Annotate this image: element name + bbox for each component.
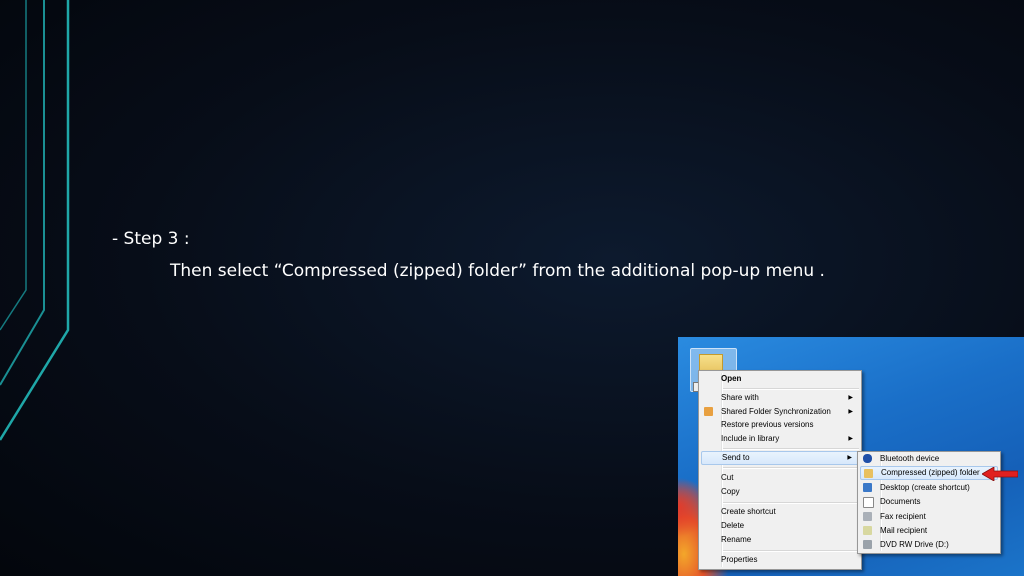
menu-separator (723, 448, 859, 450)
menu-item-label: Delete (721, 521, 745, 530)
menu-item-documents[interactable]: Documents (860, 495, 998, 509)
submenu-arrow-icon: ▶ (848, 436, 853, 442)
menu-item-shared-folder-sync[interactable]: Shared Folder Synchronization ▶ (701, 405, 859, 419)
menu-item-bluetooth[interactable]: Bluetooth device (860, 452, 998, 466)
step-heading: - Step 3 : (112, 229, 190, 249)
menu-separator (723, 502, 859, 504)
red-arrow-icon (982, 467, 1018, 481)
menu-item-label: Properties (721, 555, 758, 564)
menu-item-label: Restore previous versions (721, 420, 814, 429)
menu-separator (723, 388, 859, 390)
menu-item-label: Shared Folder Synchronization (721, 407, 831, 416)
menu-separator (723, 550, 859, 552)
menu-item-properties[interactable]: Properties (701, 553, 859, 567)
decorative-accent-lines (0, 0, 70, 441)
menu-item-include-in-library[interactable]: Include in library ▶ (701, 432, 859, 446)
menu-item-label: Documents (880, 497, 921, 506)
step-description: Then select “Compressed (zipped) folder”… (170, 261, 825, 281)
menu-separator (723, 467, 859, 469)
submenu-arrow-icon: ▶ (847, 455, 852, 461)
mail-icon (863, 526, 872, 535)
menu-item-copy[interactable]: Copy (701, 485, 859, 499)
menu-item-label: Include in library (721, 434, 780, 443)
menu-item-label: Rename (721, 535, 752, 544)
menu-item-mail[interactable]: Mail recipient (860, 524, 998, 538)
fax-icon (863, 512, 872, 521)
menu-item-label: Cut (721, 473, 734, 482)
menu-item-label: Fax recipient (880, 512, 926, 521)
zip-folder-icon (864, 469, 873, 478)
sync-icon (704, 407, 713, 416)
menu-item-label: Create shortcut (721, 507, 776, 516)
bluetooth-icon (863, 454, 872, 463)
menu-item-compressed-folder[interactable]: Compressed (zipped) folder (860, 466, 998, 480)
windows-screenshot: Open Share with ▶ Shared Folder Synchroni… (678, 337, 1024, 576)
menu-item-create-shortcut[interactable]: Create shortcut (701, 505, 859, 519)
menu-item-delete[interactable]: Delete (701, 519, 859, 533)
menu-item-cut[interactable]: Cut (701, 471, 859, 485)
menu-item-label: Desktop (create shortcut) (880, 483, 970, 492)
menu-item-dvd-drive[interactable]: DVD RW Drive (D:) (860, 538, 998, 552)
submenu-arrow-icon: ▶ (848, 409, 853, 415)
menu-item-label: Share with (721, 393, 759, 402)
menu-item-rename[interactable]: Rename (701, 533, 859, 547)
submenu-arrow-icon: ▶ (848, 395, 853, 401)
dvd-drive-icon (863, 540, 872, 549)
menu-item-label: Compressed (zipped) folder (881, 468, 980, 477)
menu-item-label: Open (721, 374, 742, 383)
menu-item-share-with[interactable]: Share with ▶ (701, 391, 859, 405)
send-to-submenu: Bluetooth device Compressed (zipped) fol… (857, 451, 1001, 554)
menu-item-send-to[interactable]: Send to ▶ (701, 451, 859, 465)
context-menu: Open Share with ▶ Shared Folder Synchroni… (698, 370, 862, 570)
menu-item-label: Send to (722, 453, 750, 462)
menu-item-label: Copy (721, 487, 740, 496)
menu-item-fax[interactable]: Fax recipient (860, 510, 998, 524)
documents-icon (863, 497, 874, 508)
desktop-icon (863, 483, 872, 492)
menu-item-label: Bluetooth device (880, 454, 940, 463)
menu-item-desktop[interactable]: Desktop (create shortcut) (860, 481, 998, 495)
menu-item-restore-previous[interactable]: Restore previous versions (701, 418, 859, 432)
menu-item-label: Mail recipient (880, 526, 928, 535)
menu-item-label: DVD RW Drive (D:) (880, 540, 949, 549)
menu-item-open[interactable]: Open (701, 372, 859, 386)
